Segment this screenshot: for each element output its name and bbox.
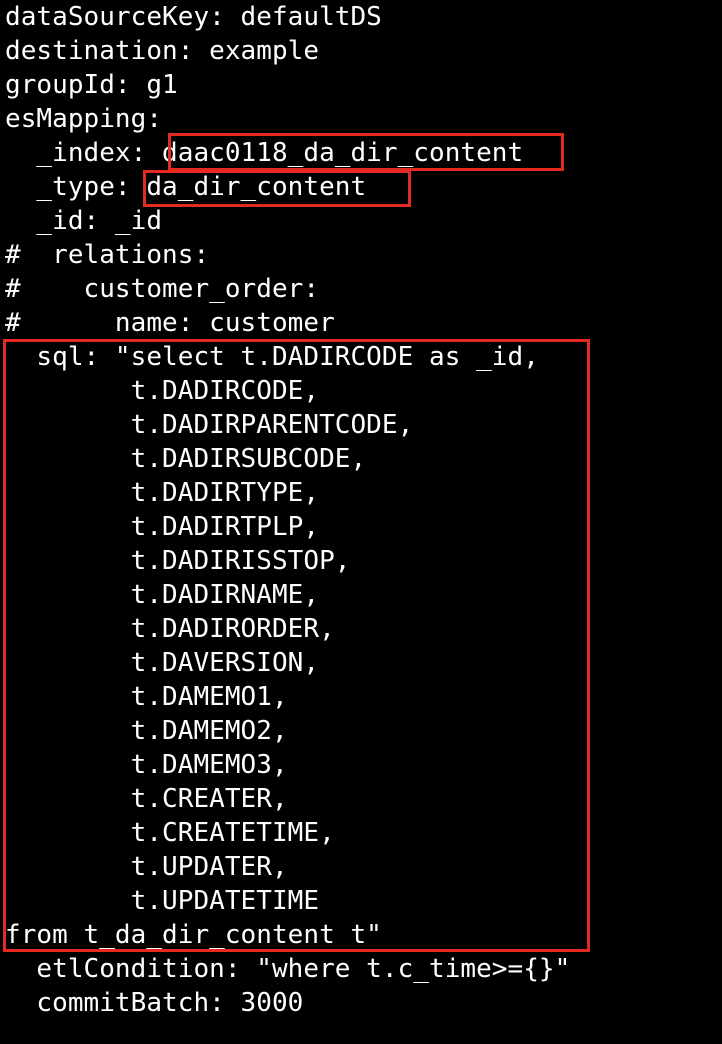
code-line-type: _type: da_dir_content: [5, 172, 367, 202]
code-line-sql-field: t.UPDATETIME: [5, 886, 320, 916]
code-line-sql-field: t.DADIRTYPE,: [5, 478, 320, 508]
code-line-sql-field: t.DADIRISSTOP,: [5, 546, 351, 576]
code-line-esmapping: esMapping:: [5, 104, 163, 134]
code-line-sql-field: t.DADIRSUBCODE,: [5, 444, 367, 474]
code-line-id: _id: _id: [5, 206, 163, 236]
code-line-datasourcekey: dataSourceKey: defaultDS: [5, 2, 382, 32]
code-line-sql-from: from t_da_dir_content t": [5, 920, 382, 950]
code-line-etlcondition: etlCondition: "where t.c_time>={}": [5, 954, 571, 984]
code-line-sql-field: t.DAMEMO3,: [5, 750, 288, 780]
code-line-comment-customer-order: # customer_order:: [5, 274, 320, 304]
code-line-sql-field: t.CREATETIME,: [5, 818, 335, 848]
code-line-sql-field: t.DADIRNAME,: [5, 580, 320, 610]
code-line-comment-name: # name: customer: [5, 308, 335, 338]
code-line-sql-field: t.UPDATER,: [5, 852, 288, 882]
code-line-sql-field: t.DAVERSION,: [5, 648, 320, 678]
code-line-sql-field: t.CREATER,: [5, 784, 288, 814]
code-line-sql-field: t.DADIRCODE,: [5, 376, 320, 406]
code-line-commitbatch: commitBatch: 3000: [5, 988, 304, 1018]
code-line-index: _index: daac0118_da_dir_content: [5, 138, 524, 168]
code-line-comment-relations: # relations:: [5, 240, 210, 270]
code-line-sql-field: t.DADIRTPLP,: [5, 512, 320, 542]
terminal-output: dataSourceKey: defaultDS destination: ex…: [0, 0, 722, 1044]
code-line-destination: destination: example: [5, 36, 320, 66]
code-line-sql-field: t.DADIRPARENTCODE,: [5, 410, 414, 440]
code-line-groupid: groupId: g1: [5, 70, 178, 100]
code-line-sql-field: t.DAMEMO1,: [5, 682, 288, 712]
code-line-sql-select: sql: "select t.DADIRCODE as _id,: [5, 342, 539, 372]
code-line-sql-field: t.DADIRORDER,: [5, 614, 335, 644]
code-line-sql-field: t.DAMEMO2,: [5, 716, 288, 746]
